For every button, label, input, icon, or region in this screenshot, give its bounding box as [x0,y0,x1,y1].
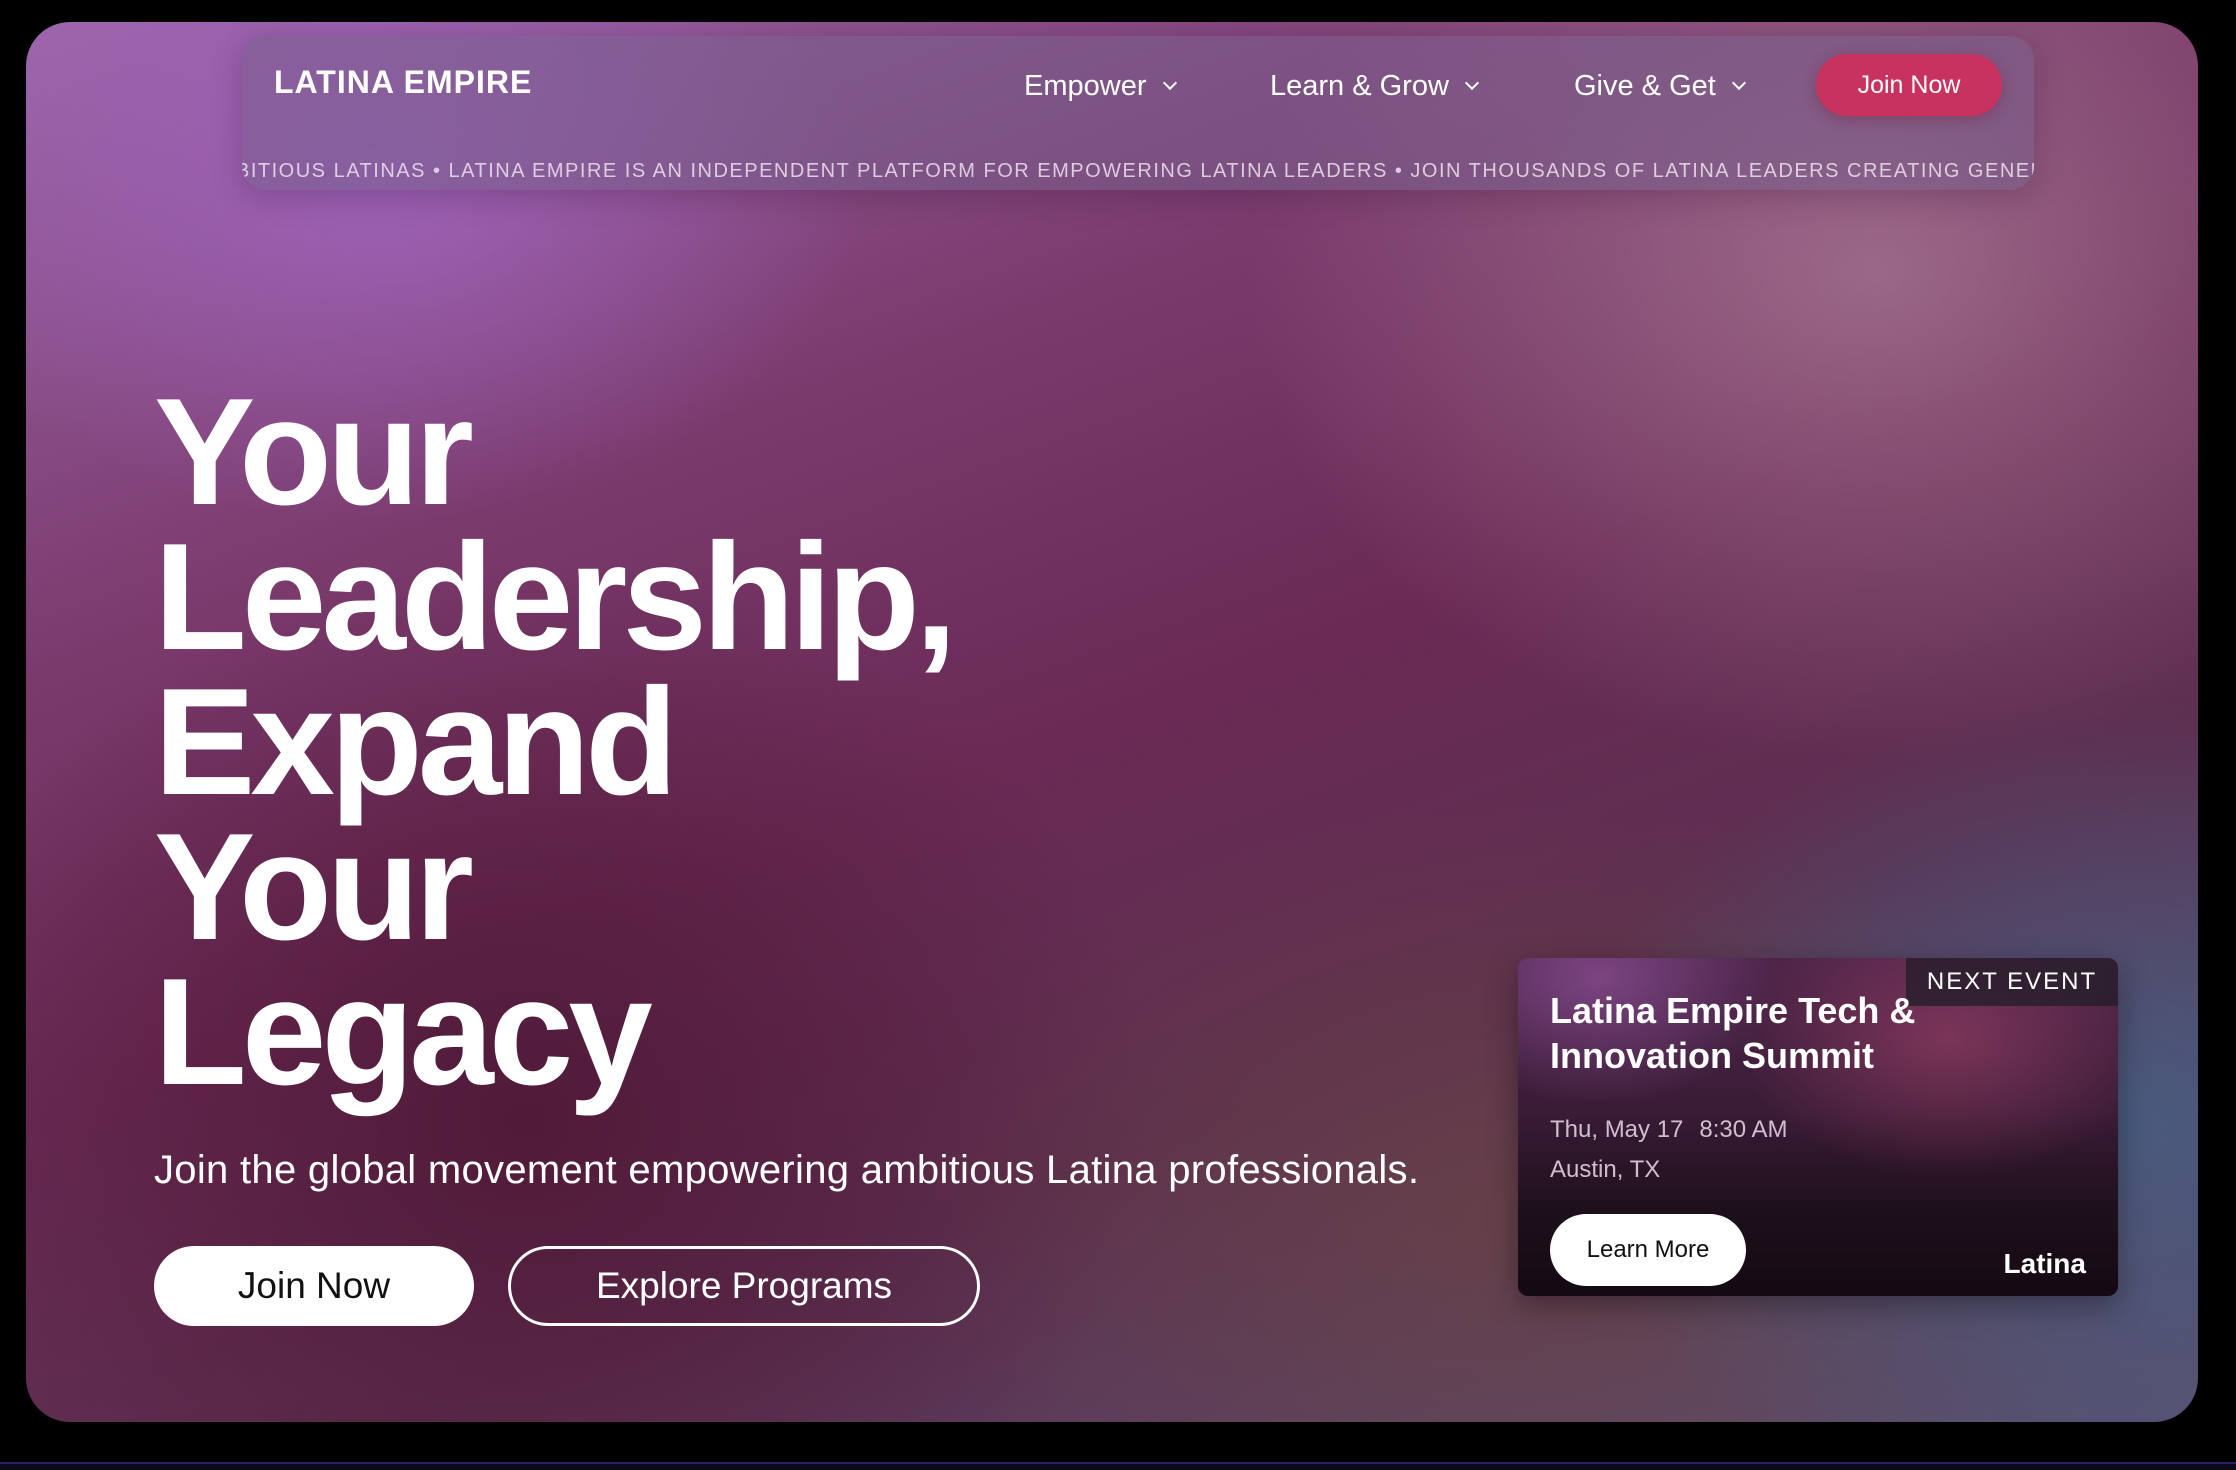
headline-line: Legacy [154,947,653,1117]
nav-item-label: Give & Get [1574,69,1716,102]
page-bottom-edge [0,1462,2236,1470]
nav-item-empower[interactable]: Empower [1024,66,1177,106]
chevron-down-icon [1162,75,1177,91]
chevron-down-icon [1464,75,1479,91]
hero-section: LATINA EMPIRE Empower Learn & Grow Give … [26,22,2198,1422]
headline-line: Your [154,802,474,972]
learn-more-button[interactable]: Learn More [1550,1214,1746,1286]
event-title: Latina Empire Tech & Innovation Summit [1550,990,1916,1076]
nav-item-label: Learn & Grow [1270,69,1449,102]
top-navigation: LATINA EMPIRE Empower Learn & Grow Give … [242,36,2034,190]
headline-line: Expand [154,657,678,827]
headline-line: Your [154,367,474,537]
event-brand-logo: Latina [2003,1248,2086,1279]
nav-item-learn-grow[interactable]: Learn & Grow [1270,66,1479,106]
chevron-down-icon [1731,75,1746,91]
next-event-card[interactable]: NEXT EVENT Latina Empire Tech & Innovati… [1518,958,2118,1296]
hero-subtitle: Join the global movement empowering ambi… [154,1148,1420,1192]
brand-logo[interactable]: LATINA EMPIRE [274,64,532,101]
join-now-button[interactable]: Join Now [154,1246,474,1326]
ticker-text: BITIOUS LATINAS • LATINA EMPIRE IS AN IN… [242,160,2034,182]
event-time: 8:30 AM [1699,1116,1788,1143]
join-now-nav-button[interactable]: Join Now [1816,54,2002,116]
event-date: Thu, May 17 [1550,1116,1684,1143]
hero-headline: Your Leadership, Expand Your Legacy [154,367,957,1117]
nav-item-give-get[interactable]: Give & Get [1574,66,1746,106]
event-location: Austin, TX [1550,1156,1661,1183]
nav-item-label: Empower [1024,69,1147,102]
event-datetime: Thu, May 17 8:30 AM [1550,1116,1787,1144]
announcement-ticker: BITIOUS LATINAS • LATINA EMPIRE IS AN IN… [242,160,2034,190]
explore-programs-button[interactable]: Explore Programs [508,1246,980,1326]
headline-line: Leadership, [154,512,957,682]
